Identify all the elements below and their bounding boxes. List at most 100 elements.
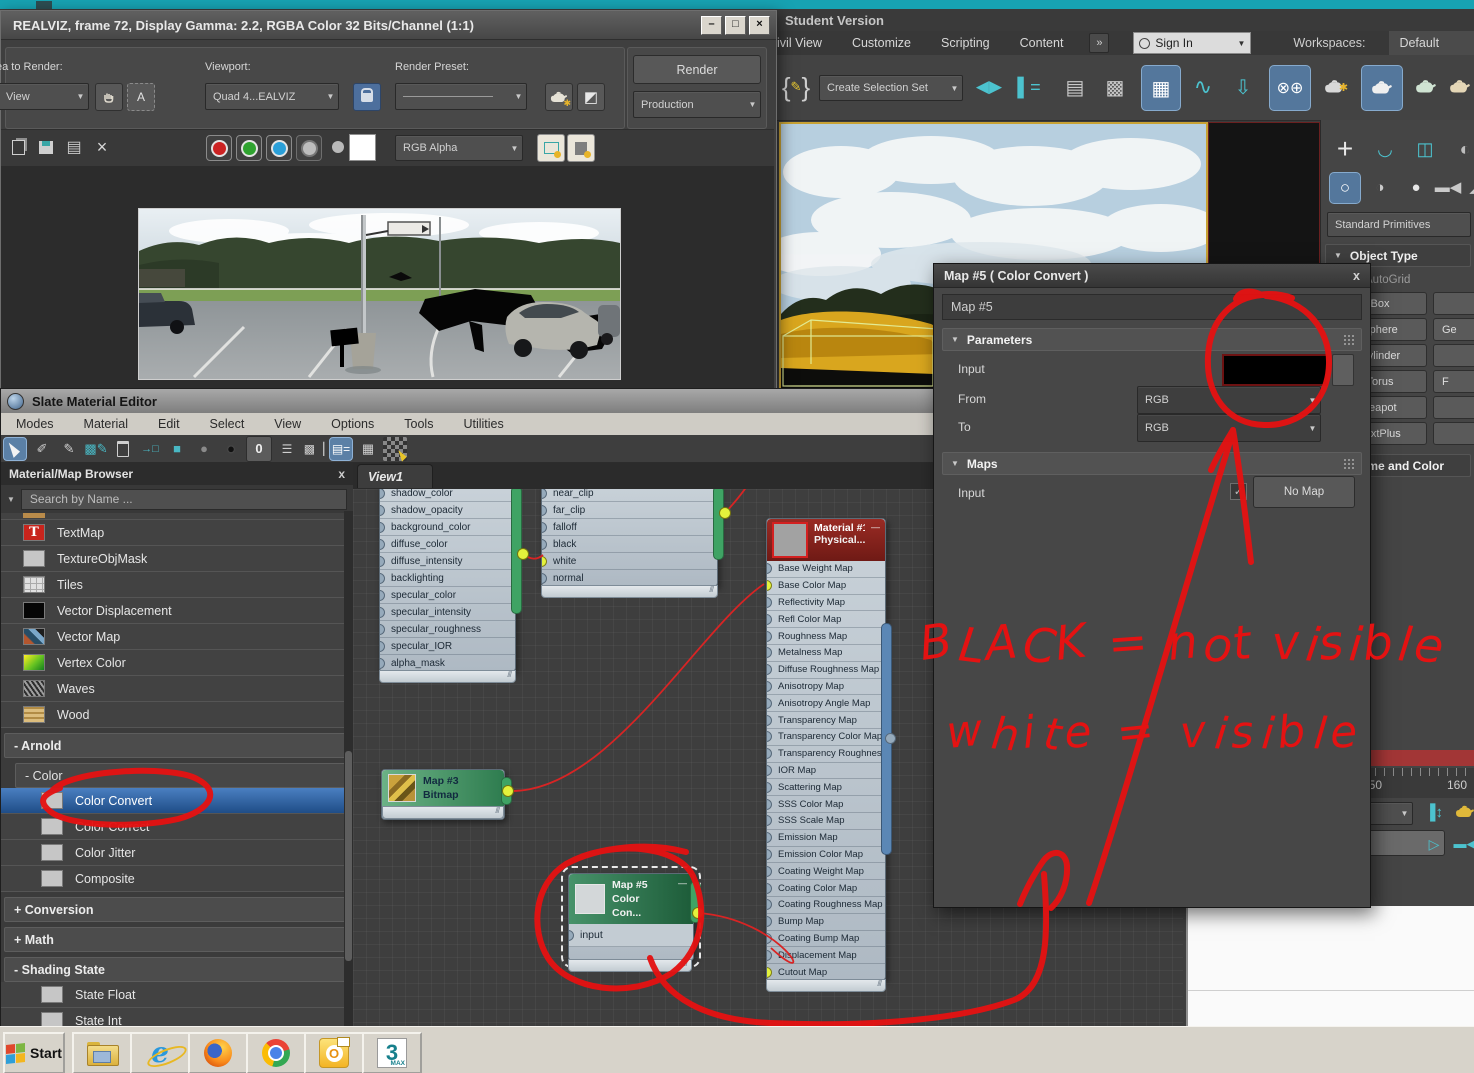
from-dropdown[interactable]: RGB ▼ <box>1137 386 1321 414</box>
input-socket-icon[interactable] <box>767 647 772 659</box>
node-footer[interactable] <box>541 585 718 598</box>
map3-header[interactable]: Map #3 Bitmap <box>382 770 504 806</box>
node-footer[interactable] <box>766 978 886 992</box>
material-map-slot[interactable]: Bump Map <box>767 914 885 931</box>
menu-item[interactable]: Select <box>195 417 260 431</box>
group-conversion[interactable]: + Conversion <box>4 897 350 922</box>
node-slot[interactable]: near_clip <box>542 489 717 502</box>
color-correction-icon[interactable] <box>567 134 595 162</box>
menu-item[interactable]: Customize <box>850 36 913 50</box>
list-item[interactable]: Vertex Color <box>1 650 353 676</box>
input-socket-icon[interactable] <box>767 781 772 793</box>
material-map-slot[interactable]: Transparency Roughness... <box>767 746 885 763</box>
menu-item[interactable]: View <box>259 417 316 431</box>
input-socket-icon[interactable] <box>542 489 547 499</box>
hide-unused-slots-icon[interactable]: ■ <box>165 437 189 461</box>
map5-input-slot[interactable]: input <box>569 924 693 947</box>
input-socket-icon[interactable] <box>767 680 772 692</box>
list-item[interactable]: Color Correct <box>1 814 353 840</box>
node-slot[interactable]: normal <box>542 570 717 586</box>
input-socket-icon[interactable] <box>767 764 772 776</box>
input-socket-icon[interactable] <box>767 932 772 944</box>
group-color[interactable]: - Color <box>15 763 350 788</box>
map5-thumbnail[interactable] <box>575 884 605 914</box>
background-color-swatch[interactable] <box>349 134 376 161</box>
to-dropdown[interactable]: RGB ▼ <box>1137 414 1321 442</box>
input-socket-icon[interactable] <box>380 623 385 635</box>
selection-lock-icon[interactable]: ▐↕ <box>1421 800 1447 824</box>
rollout-grip-icon[interactable] <box>1343 457 1355 470</box>
input-socket-icon[interactable] <box>380 657 385 669</box>
input-socket-icon[interactable] <box>542 521 547 533</box>
category-dropdown[interactable]: Standard Primitives <box>1327 212 1471 237</box>
object-type-button[interactable] <box>1433 292 1474 315</box>
input-socket-icon[interactable] <box>767 916 772 928</box>
input-color-swatch[interactable] <box>1222 354 1328 386</box>
input-socket-icon[interactable] <box>569 929 574 941</box>
map3-output-nub[interactable] <box>501 777 512 805</box>
input-socket-icon[interactable] <box>380 572 385 584</box>
group-math[interactable]: + Math <box>4 927 350 952</box>
material-map-slot[interactable]: Base Color Map <box>767 578 885 595</box>
green-channel-button[interactable] <box>236 135 262 161</box>
node-slot[interactable]: diffuse_intensity <box>380 553 515 570</box>
list-item[interactable]: Color Jitter <box>1 840 353 866</box>
subtab-lights[interactable]: ● <box>1401 172 1431 202</box>
schematic-view-icon[interactable]: ⇩ <box>1225 67 1261 107</box>
maximize-button[interactable]: □ <box>725 15 746 35</box>
maps-input-checkbox[interactable]: ✓ <box>1230 483 1247 500</box>
map5-node[interactable]: Map #5 Color Con... — input <box>561 866 701 972</box>
node-slot[interactable]: alpha_mask <box>380 655 515 671</box>
toggle-ribbon-icon[interactable]: ▦ <box>1141 65 1181 111</box>
parameters-rollout[interactable]: ▼ Parameters <box>942 328 1362 351</box>
taskbar-item-3dsmax[interactable]: 3 MAX <box>362 1032 422 1073</box>
put-to-library-icon[interactable]: ✎ <box>57 437 81 461</box>
node-slot[interactable]: falloff <box>542 519 717 536</box>
input-socket-icon[interactable] <box>767 664 772 676</box>
layer-manager-icon[interactable]: ▤ <box>1057 67 1093 107</box>
material-map-slot[interactable]: SSS Color Map <box>767 796 885 813</box>
render-iterative-icon[interactable] <box>1447 67 1473 107</box>
mono-channel-button[interactable] <box>296 135 322 161</box>
dialog-titlebar[interactable]: Map #5 ( Color Convert ) x <box>934 264 1370 288</box>
material-editor-icon[interactable]: ⊗⊕ <box>1269 65 1311 111</box>
node-slot[interactable]: diffuse_color <box>380 536 515 553</box>
material-map-slot[interactable]: Transparency Color Map <box>767 729 885 746</box>
search-input[interactable]: Search by Name ... <box>20 488 347 510</box>
material-name-field[interactable]: Map #5 <box>942 294 1362 320</box>
red-channel-button[interactable] <box>206 135 232 161</box>
create-selection-set-dropdown[interactable]: Create Selection Set ▼ <box>819 75 963 101</box>
node-slot[interactable]: shadow_color <box>380 489 515 502</box>
menu-item[interactable]: Options <box>316 417 389 431</box>
input-socket-icon[interactable] <box>542 504 547 516</box>
node-slot[interactable]: specular_intensity <box>380 604 515 621</box>
input-socket-icon[interactable] <box>767 899 772 911</box>
scrollbar-thumb[interactable] <box>345 751 352 961</box>
material-parameter-editor-icon[interactable]: ▤= <box>329 436 353 461</box>
close-icon[interactable]: x <box>338 467 345 481</box>
subtab-geometry[interactable]: ○ <box>1329 172 1361 204</box>
delete-icon[interactable]: × <box>89 134 115 160</box>
object-type-button[interactable]: F <box>1433 370 1474 393</box>
material-map-slot[interactable]: Displacement Map <box>767 947 885 965</box>
mirror-icon[interactable]: ◀▶ <box>971 67 1007 107</box>
maxscript-braces-icon[interactable]: {✎} <box>779 65 813 109</box>
map5-header[interactable]: Map #5 Color Con... — <box>569 874 693 924</box>
show-shaded-icon[interactable]: ● <box>192 437 216 461</box>
collapse-icon[interactable]: — <box>678 878 687 888</box>
input-socket-icon[interactable] <box>767 748 772 760</box>
sign-in-dropdown[interactable]: Sign In ▼ <box>1133 32 1252 54</box>
collapse-icon[interactable]: — <box>871 522 880 532</box>
taskbar-item-outlook[interactable]: O <box>304 1032 364 1073</box>
tab-modify[interactable]: ◡ <box>1369 132 1401 166</box>
material-map-slot[interactable]: Coating Roughness Map <box>767 897 885 914</box>
menu-item[interactable]: Modes <box>1 417 69 431</box>
next-key-icon[interactable]: ▷ <box>1421 832 1447 856</box>
input-socket-icon[interactable] <box>380 538 385 550</box>
list-item[interactable]: Vector Map <box>1 624 353 650</box>
material-map-slot[interactable]: Metalness Map <box>767 645 885 662</box>
select-tool-icon[interactable] <box>3 436 27 461</box>
object-type-button[interactable] <box>1433 396 1474 419</box>
save-image-icon[interactable] <box>33 134 59 160</box>
material-map-slot[interactable]: Emission Color Map <box>767 847 885 864</box>
